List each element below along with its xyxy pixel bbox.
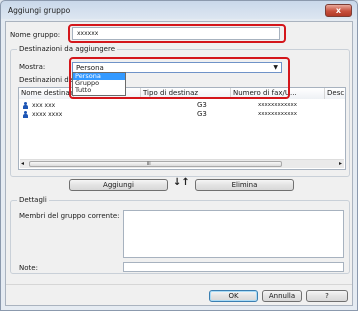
person-icon xyxy=(23,111,28,118)
row-type: G3 xyxy=(197,110,207,118)
details-title: Dettagli xyxy=(17,196,49,204)
window-title: Aggiungi gruppo xyxy=(8,6,71,15)
row-number: xxxxxxxxxxxx xyxy=(258,102,298,108)
delete-button-label: Elimina xyxy=(231,181,258,189)
person-icon xyxy=(23,102,28,109)
ok-button[interactable]: OK xyxy=(209,290,258,302)
title-bar[interactable]: Aggiungi gruppo x xyxy=(1,1,357,20)
delete-button[interactable]: Elimina xyxy=(195,179,294,191)
help-button[interactable]: ? xyxy=(306,290,348,302)
scroll-thumb[interactable]: III xyxy=(29,161,282,167)
scroll-left-icon[interactable]: ◂ xyxy=(21,160,24,167)
dialog-client: Nome gruppo: xxxxxx Destinazioni da aggi… xyxy=(5,21,353,306)
column-header[interactable]: Desc xyxy=(325,88,345,99)
scroll-grip: III xyxy=(147,161,151,166)
horizontal-scrollbar[interactable]: ◂ III ▸ xyxy=(20,159,344,168)
members-list[interactable] xyxy=(123,210,344,258)
table-row[interactable]: xxxx xxxx G3 xxxxxxxxxxxx xyxy=(19,110,345,119)
destinations-table[interactable]: Nome destinaz Nome Tipo di destinaz Nume… xyxy=(18,87,346,170)
ok-button-label: OK xyxy=(228,292,239,300)
dialog-window: Aggiungi gruppo x Nome gruppo: xxxxxx De… xyxy=(0,0,358,311)
destinations-title: Destinazioni da aggiungere xyxy=(17,45,118,53)
details-group: Dettagli Membri del gruppo corrente: Not… xyxy=(10,196,350,274)
row-name: xxxx xxxx xyxy=(32,111,63,118)
notes-label: Note: xyxy=(19,264,38,272)
table-row[interactable]: xxx xxx G3 xxxxxxxxxxxx xyxy=(19,101,345,110)
cancel-button-label: Annulla xyxy=(268,292,296,300)
show-label: Mostra: xyxy=(19,63,46,71)
close-icon: x xyxy=(335,6,342,15)
group-name-highlight xyxy=(68,24,286,43)
add-button[interactable]: Aggiungi xyxy=(69,179,168,191)
show-select-highlight xyxy=(69,57,290,99)
column-header[interactable]: Nome destinaz xyxy=(19,88,74,99)
row-number: xxxxxxxxxxxx xyxy=(258,111,298,117)
cancel-button[interactable]: Annulla xyxy=(262,290,302,302)
add-button-label: Aggiungi xyxy=(103,181,134,189)
close-button[interactable]: x xyxy=(325,4,352,17)
notes-input[interactable] xyxy=(123,262,344,272)
row-type: G3 xyxy=(197,101,207,109)
members-label: Membri del gruppo corrente: xyxy=(19,212,120,220)
move-arrows-icon: ↓↑ xyxy=(173,177,190,188)
footer-divider xyxy=(6,284,352,285)
help-button-label: ? xyxy=(325,292,329,300)
scroll-right-icon[interactable]: ▸ xyxy=(339,160,342,167)
destinations-group: Destinazioni da aggiungere Mostra: Perso… xyxy=(10,45,350,177)
row-name: xxx xxx xyxy=(32,102,56,109)
group-name-label: Nome gruppo: xyxy=(10,31,61,39)
